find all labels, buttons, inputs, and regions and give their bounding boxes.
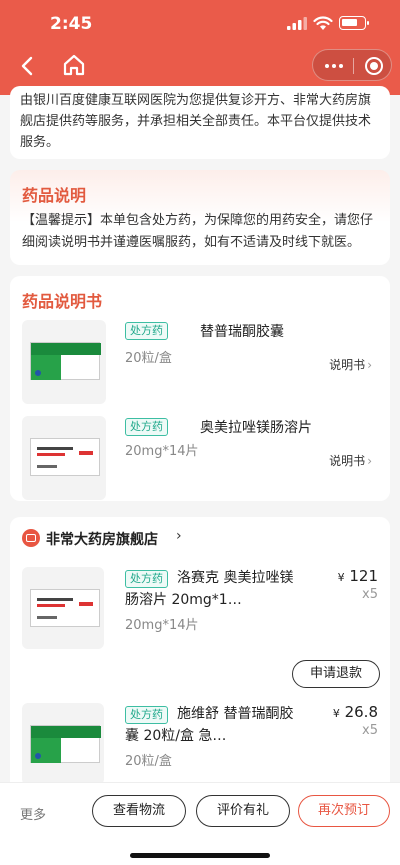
drug-image: [22, 703, 104, 785]
notice-text: 【温馨提示】本单包含处方药，为保障您的用药安全，请您仔细阅读说明书并谨遵医嘱服药…: [22, 213, 374, 250]
store-name: 非常大药房旗舰店: [46, 532, 158, 548]
status-time: 2:45: [50, 14, 93, 34]
drug-image: [22, 416, 106, 500]
manual-item: 处方药 替普瑞酮胶囊 20粒/盒 说明书 ›: [22, 320, 382, 406]
prescription-tag: 处方药: [125, 322, 168, 340]
miniapp-capsule: [312, 49, 392, 81]
product-quantity: x5: [362, 723, 378, 738]
header: 2:45: [0, 0, 400, 95]
close-miniapp-icon[interactable]: [365, 57, 383, 75]
product-spec: 20mg*14片: [125, 618, 199, 633]
manual-link[interactable]: 说明书 ›: [329, 452, 372, 469]
manual-item: 处方药 奥美拉唑镁肠溶片 20mg*14片 说明书 ›: [22, 416, 382, 502]
home-icon[interactable]: [60, 51, 88, 79]
status-bar: 2:45: [0, 14, 400, 34]
product-spec: 20粒/盒: [125, 754, 172, 769]
drug-spec: 20mg*14片: [125, 444, 199, 459]
chevron-right-icon: ›: [176, 528, 182, 544]
notice-title: 药品说明: [22, 186, 87, 205]
manual-link[interactable]: 说明书 ›: [329, 356, 372, 373]
signal-icon: [287, 17, 307, 30]
order-card: 非常大药房旗舰店 › 处方药 洛赛克 奥美拉唑镁肠溶片 20mg*1… 20mg…: [10, 517, 390, 797]
store-icon: [22, 529, 40, 547]
drug-image: [22, 567, 104, 649]
chevron-right-icon: ›: [367, 454, 372, 468]
chevron-right-icon: ›: [367, 358, 372, 372]
service-intro-card: 由银川百度健康互联网医院为您提供复诊开方、非常大药房旗舰店提供药等服务，并承担相…: [10, 86, 390, 159]
product-quantity: x5: [362, 587, 378, 602]
wifi-icon: [313, 16, 333, 30]
more-button[interactable]: 更多: [20, 804, 46, 823]
product-price: ¥ 26.8: [332, 703, 378, 721]
refund-button[interactable]: 申请退款: [292, 660, 380, 688]
view-logistics-button[interactable]: 查看物流: [92, 795, 186, 827]
service-intro-text: 由银川百度健康互联网医院为您提供复诊开方、非常大药房旗舰店提供药等服务，并承担相…: [20, 93, 372, 150]
drug-name: 奥美拉唑镁肠溶片: [200, 420, 312, 436]
drug-manual-card: 药品说明书 处方药 替普瑞酮胶囊 20粒/盒 说明书 › 处方药 奥美拉唑镁肠溶片…: [10, 276, 390, 501]
battery-icon: [339, 16, 369, 30]
product-name: 洛赛克 奥美拉唑镁肠溶片 20mg*1…: [125, 570, 294, 608]
drug-image: [22, 320, 106, 404]
nav-bar: [0, 48, 400, 84]
drug-name: 替普瑞酮胶囊: [200, 324, 284, 340]
prescription-tag: 处方药: [125, 418, 168, 436]
bottom-action-bar: 更多 查看物流 评价有礼 再次预订: [0, 782, 400, 865]
manual-title: 药品说明书: [22, 292, 103, 311]
product-name: 施维舒 替普瑞酮胶囊 20粒/盒 急…: [125, 706, 294, 744]
drug-notice-card: 药品说明 【温馨提示】本单包含处方药，为保障您的用药安全，请您仔细阅读说明书并谨…: [10, 170, 390, 265]
review-button[interactable]: 评价有礼: [196, 795, 290, 827]
product-price: ¥ 121: [337, 567, 378, 585]
more-options-icon[interactable]: [325, 64, 346, 68]
reorder-button[interactable]: 再次预订: [298, 795, 390, 827]
back-icon[interactable]: [14, 52, 42, 80]
home-indicator: [130, 853, 270, 858]
drug-spec: 20粒/盒: [125, 351, 172, 366]
